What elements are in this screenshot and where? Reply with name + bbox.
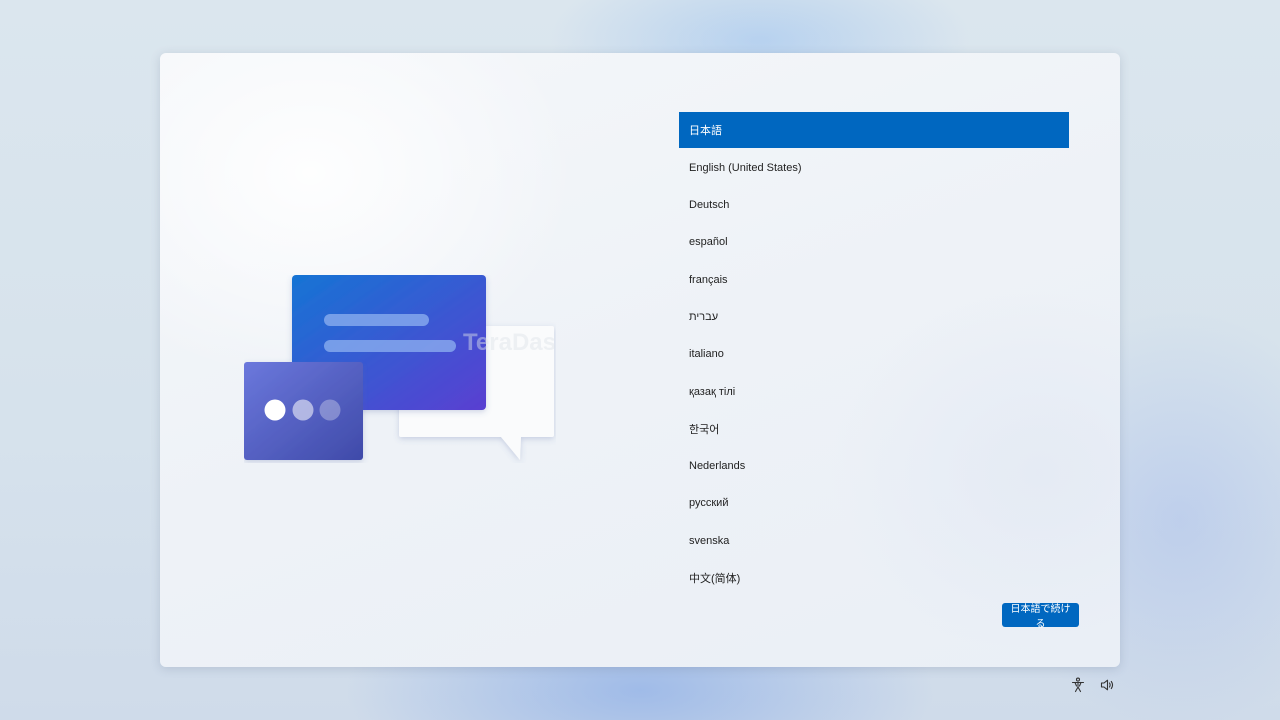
language-item-italiano[interactable]: italiano [679, 337, 1069, 372]
language-illustration: TeraDas [244, 275, 556, 460]
language-item-espanol[interactable]: español [679, 225, 1069, 260]
language-item-deutsch[interactable]: Deutsch [679, 188, 1069, 223]
language-list[interactable]: 日本語 English (United States) Deutsch espa… [679, 112, 1069, 598]
language-item-francais[interactable]: français [679, 262, 1069, 297]
watermark-text: TeraDas [463, 329, 556, 356]
language-item-russian[interactable]: русский [679, 486, 1069, 521]
language-item-chinese-simplified[interactable]: 中文(简体) [679, 561, 1069, 596]
continue-button[interactable]: 日本語で続ける [1002, 603, 1079, 630]
language-item-nederlands[interactable]: Nederlands [679, 449, 1069, 484]
volume-icon[interactable] [1099, 677, 1115, 693]
language-item-english[interactable]: English (United States) [679, 150, 1069, 185]
language-item-korean[interactable]: 한국어 [679, 411, 1069, 446]
language-item-hebrew[interactable]: עברית [679, 299, 1069, 334]
language-item-japanese[interactable]: 日本語 [679, 112, 1069, 148]
accessibility-icon[interactable] [1070, 677, 1086, 693]
language-item-svenska[interactable]: svenska [679, 523, 1069, 558]
typing-card [244, 362, 363, 460]
language-item-kazakh[interactable]: қазақ тілі [679, 374, 1069, 409]
setup-window: TeraDas 日本語 English (United States) Deut… [160, 53, 1120, 667]
